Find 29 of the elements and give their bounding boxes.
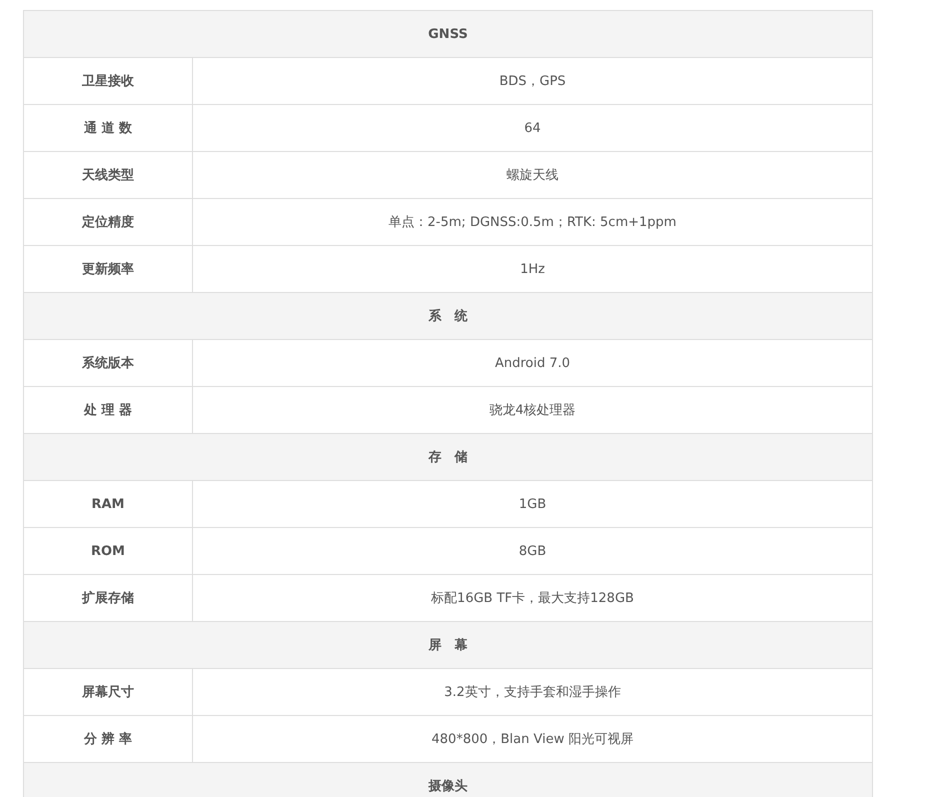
spec-value: 8GB [193, 528, 873, 574]
spec-value: 64 [193, 105, 873, 151]
spec-value: 单点：2-5m; DGNSS:0.5m；RTK: 5cm+1ppm [193, 199, 873, 245]
spec-label: ROM [24, 528, 193, 574]
spec-label: 分 辨 率 [24, 716, 193, 762]
spec-label: 扩展存储 [24, 575, 193, 621]
spec-label: 更新频率 [24, 246, 193, 292]
spec-value: 1GB [193, 481, 873, 527]
spec-value: BDS，GPS [193, 58, 873, 104]
section-header: 摄像头 [24, 763, 873, 797]
spec-value: 螺旋天线 [193, 152, 873, 198]
spec-value: 骁龙4核处理器 [193, 387, 873, 433]
section-header: 系 统 [24, 293, 873, 340]
spec-label: 通 道 数 [24, 105, 193, 151]
spec-label: RAM [24, 481, 193, 527]
spec-label: 屏幕尺寸 [24, 669, 193, 715]
spec-label: 处 理 器 [24, 387, 193, 433]
spec-label: 天线类型 [24, 152, 193, 198]
spec-value: 1Hz [193, 246, 873, 292]
spec-label: 系统版本 [24, 340, 193, 386]
section-header: 屏 幕 [24, 622, 873, 669]
spec-label: 定位精度 [24, 199, 193, 245]
section-header: GNSS [24, 11, 873, 58]
spec-label: 卫星接收 [24, 58, 193, 104]
section-header: 存 储 [24, 434, 873, 481]
spec-value: 3.2英寸，支持手套和湿手操作 [193, 669, 873, 715]
spec-value: 标配16GB TF卡，最大支持128GB [193, 575, 873, 621]
spec-value: 480*800，Blan View 阳光可视屏 [193, 716, 873, 762]
spec-value: Android 7.0 [193, 340, 873, 386]
